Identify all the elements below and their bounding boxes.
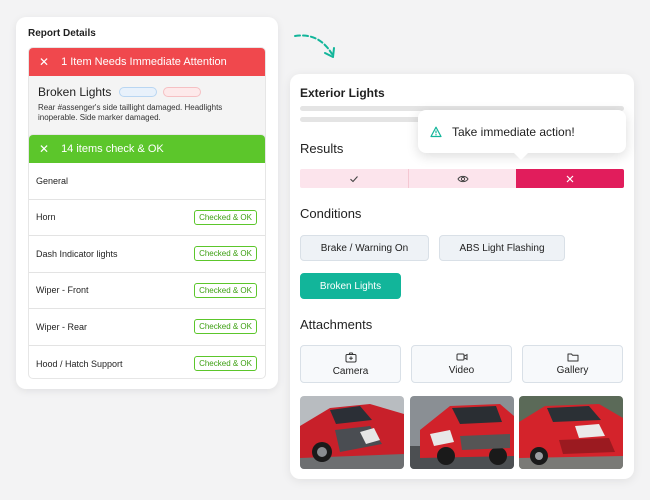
result-ok-button[interactable]: [300, 169, 409, 188]
video-button[interactable]: Video: [411, 345, 512, 383]
results-segmented-control: [300, 169, 624, 188]
attention-item-description: Rear #assenger's side taillight damaged.…: [38, 103, 223, 122]
ok-header[interactable]: ✕ 14 items check & OK: [29, 135, 265, 163]
list-item[interactable]: Dash Indicator lights Checked & OK: [29, 236, 265, 273]
inspection-card: Exterior Lights Results Take immediate a…: [290, 74, 634, 479]
ok-header-label: 14 items check & OK: [61, 143, 164, 155]
status-badge: Checked & OK: [194, 282, 257, 298]
chip-label: Broken Lights: [319, 280, 382, 292]
attachment-photo[interactable]: [519, 396, 623, 469]
check-icon: [349, 175, 358, 182]
attention-section: ✕ 1 Item Needs Immediate Attention Broke…: [28, 47, 266, 145]
gallery-button[interactable]: Gallery: [522, 345, 623, 383]
page-title: Exterior Lights: [300, 86, 385, 100]
report-title: Report Details: [28, 28, 96, 39]
list-item-label: Horn: [36, 212, 56, 223]
arrow-icon: [294, 34, 335, 58]
warning-icon: [430, 126, 442, 138]
attention-header[interactable]: ✕ 1 Item Needs Immediate Attention: [29, 48, 265, 76]
condition-chip-abs-light[interactable]: ABS Light Flashing: [439, 235, 565, 261]
condition-chip-brake-warning[interactable]: Brake / Warning On: [300, 235, 429, 261]
status-badge: Checked & OK: [194, 356, 257, 372]
chip-label: ABS Light Flashing: [459, 242, 545, 254]
attachment-photo[interactable]: [410, 396, 514, 469]
list-item-label: General: [36, 175, 69, 186]
attachments-label: Attachments: [300, 317, 373, 332]
list-item-label: Wiper - Front: [36, 285, 89, 296]
list-item[interactable]: General: [29, 163, 265, 200]
attention-header-label: 1 Item Needs Immediate Attention: [61, 56, 227, 68]
conditions-label: Conditions: [300, 206, 362, 221]
attachment-photo[interactable]: [300, 396, 404, 469]
close-icon: [566, 175, 574, 182]
list-item[interactable]: Hood / Hatch Support Checked & OK: [29, 346, 265, 379]
report-details-card: Report Details ✕ 1 Item Needs Immediate …: [16, 17, 278, 389]
video-icon: [456, 353, 467, 361]
chip-label: Brake / Warning On: [320, 242, 409, 254]
alert-tooltip: Take immediate action!: [418, 110, 626, 160]
eye-icon: [456, 175, 469, 182]
car-photo-icon: [410, 396, 514, 469]
gallery-button-label: Gallery: [556, 365, 589, 376]
result-watch-button[interactable]: [408, 169, 517, 188]
list-item[interactable]: Wiper - Front Checked & OK: [29, 273, 265, 309]
list-item[interactable]: Horn Checked & OK: [29, 200, 265, 236]
status-badge: Checked & OK: [194, 246, 257, 262]
tag-placeholder: [163, 87, 202, 97]
status-badge: Checked & OK: [194, 209, 257, 225]
attention-item: Broken Lights: [29, 76, 265, 99]
status-badge: Checked & OK: [194, 319, 257, 335]
condition-chip-broken-lights[interactable]: Broken Lights: [300, 273, 401, 299]
ok-section: ✕ 14 items check & OK General Horn Check…: [28, 134, 266, 379]
close-icon: ✕: [39, 55, 50, 69]
camera-button-label: Camera: [332, 365, 369, 377]
camera-plus-icon: [345, 352, 356, 362]
close-icon: ✕: [39, 142, 50, 156]
attention-item-title: Broken Lights: [38, 85, 112, 99]
folder-icon: [567, 353, 578, 362]
tooltip-text: Take immediate action!: [452, 124, 575, 139]
video-button-label: Video: [448, 365, 475, 376]
camera-button[interactable]: Camera: [300, 345, 401, 383]
placeholder-line: [300, 117, 422, 122]
tag-placeholder: [119, 87, 158, 97]
car-photo-icon: [300, 396, 404, 469]
list-item-label: Dash Indicator lights: [36, 248, 118, 259]
results-label: Results: [300, 141, 344, 156]
list-item[interactable]: Wiper - Rear Checked & OK: [29, 309, 265, 346]
result-fail-button[interactable]: [516, 169, 624, 188]
list-item-label: Wiper - Rear: [36, 321, 88, 332]
car-photo-icon: [519, 396, 623, 469]
list-item-label: Hood / Hatch Support: [36, 358, 123, 369]
